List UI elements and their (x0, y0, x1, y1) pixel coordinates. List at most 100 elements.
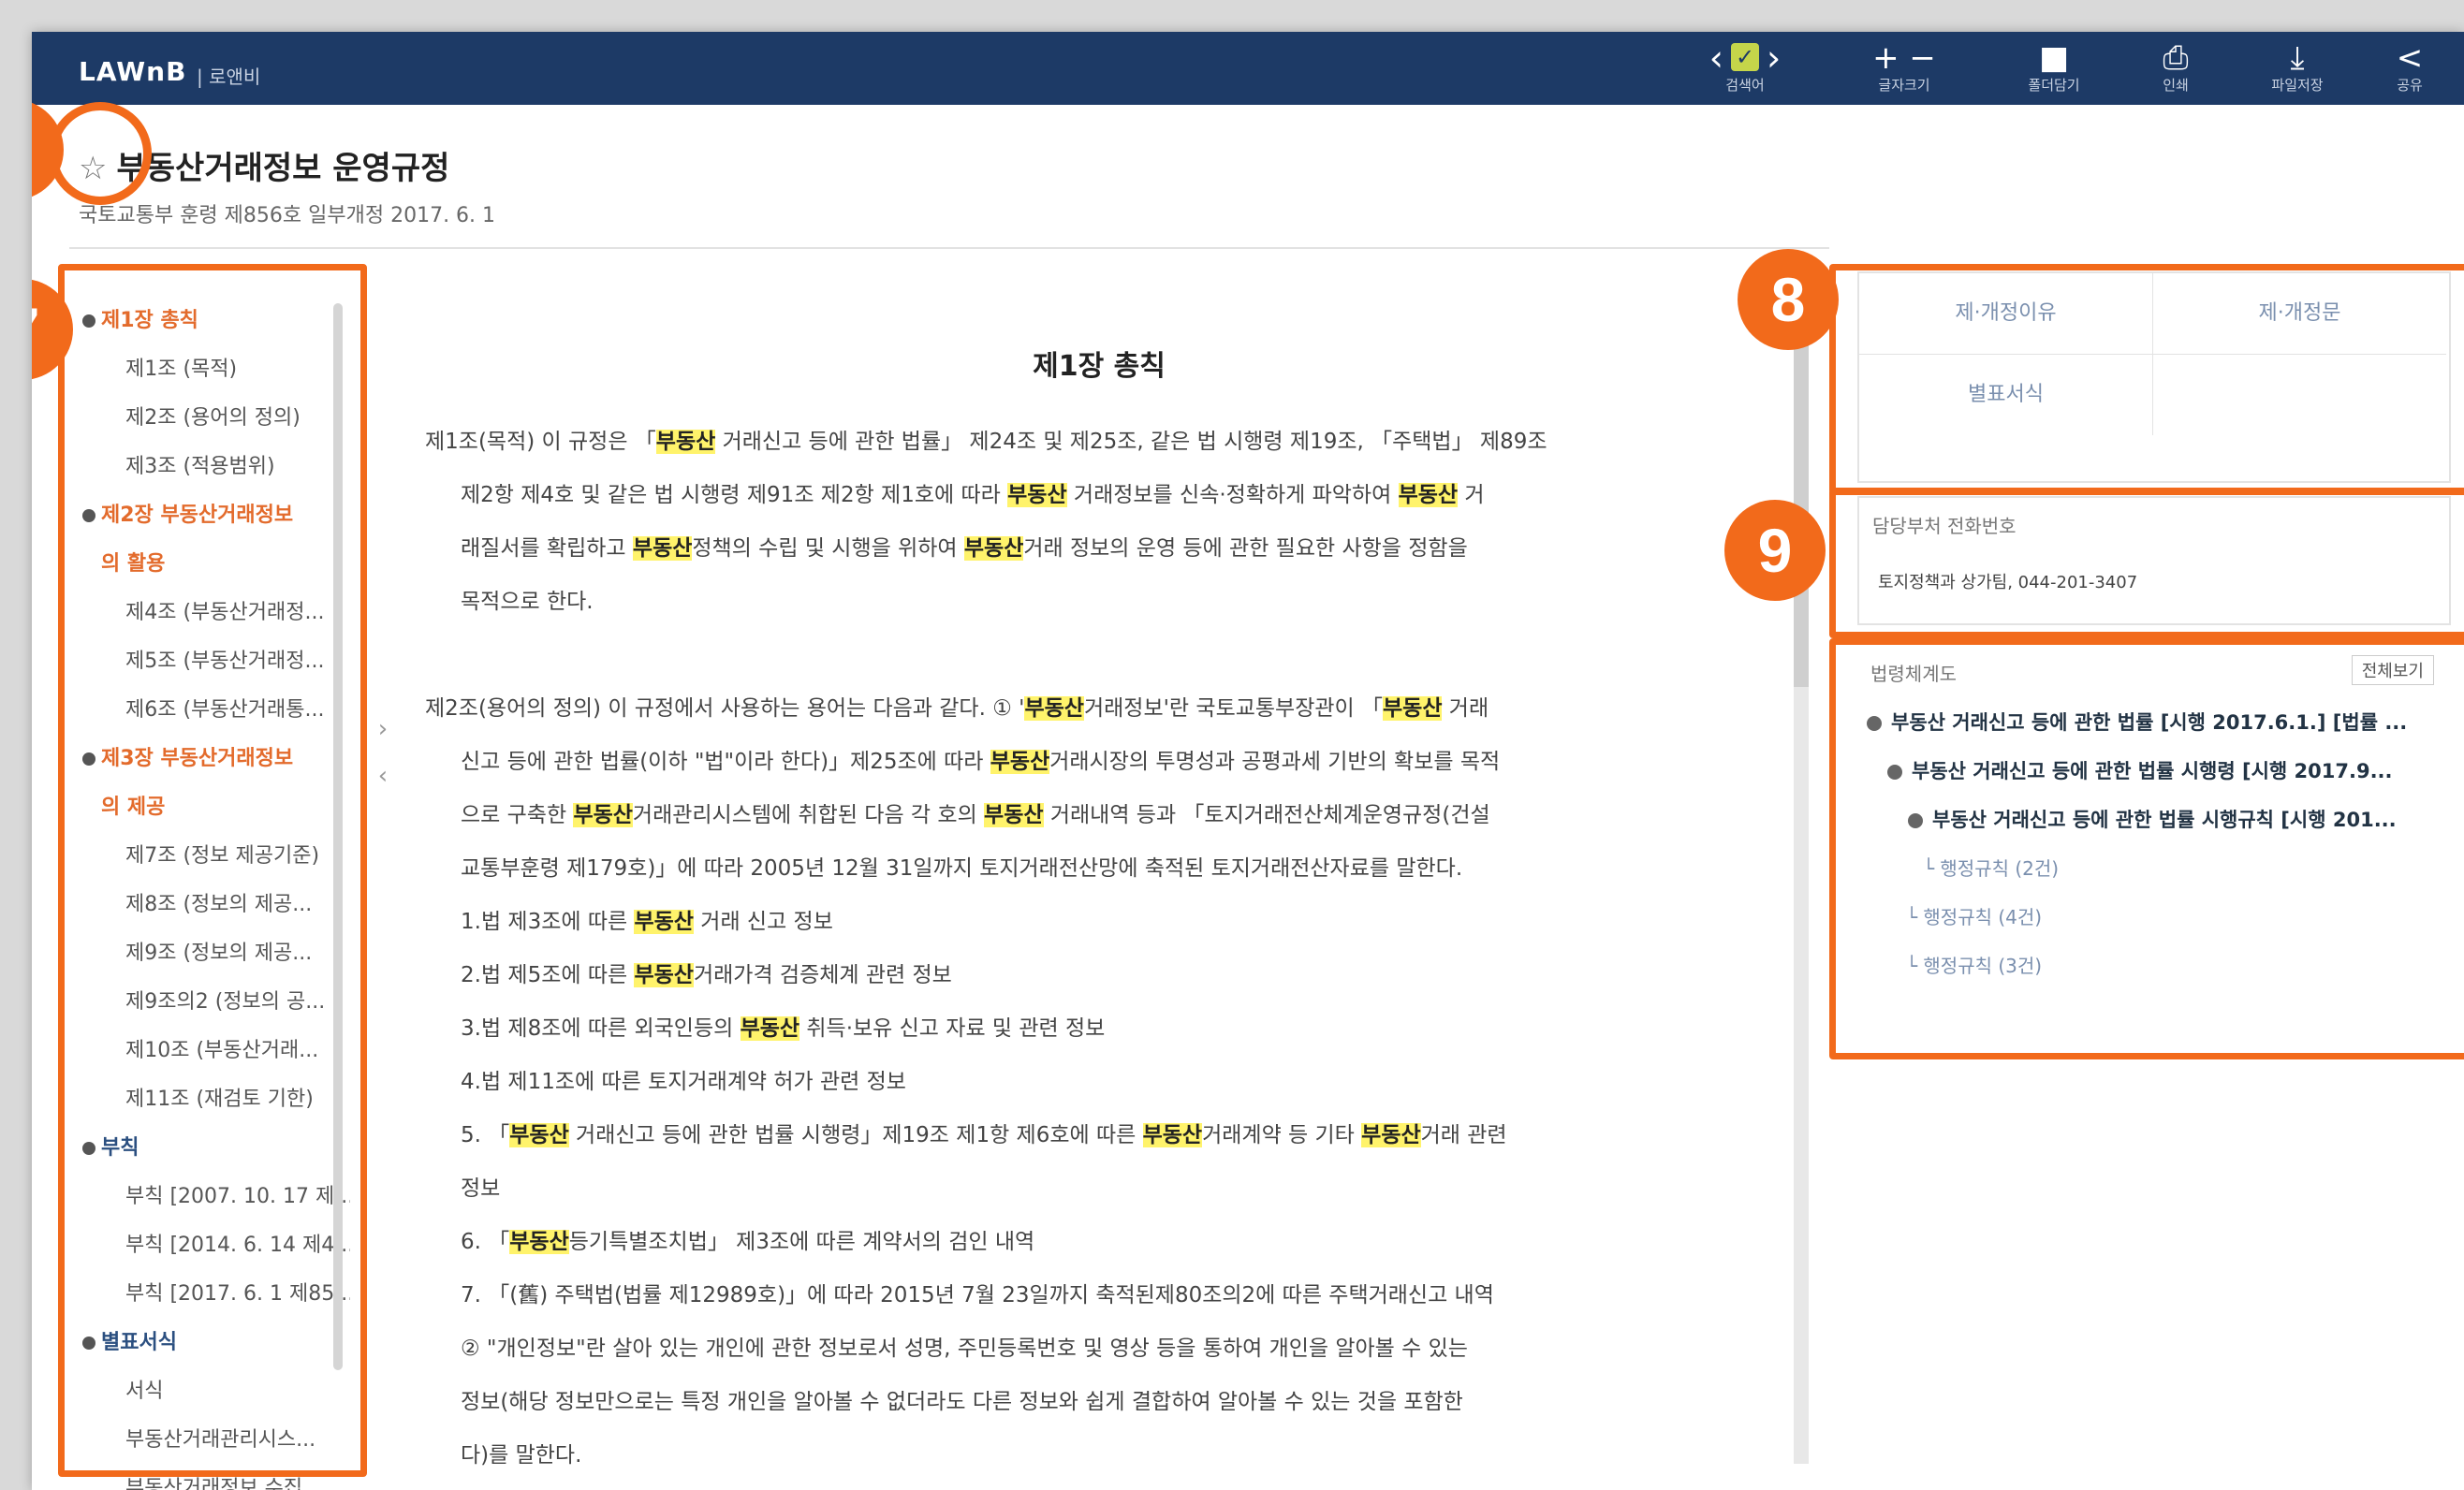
doc-text: 3.법 제8조에 따른 외국인등의 (461, 1016, 741, 1041)
toolbar-label: 검색어 (1725, 77, 1765, 94)
folder-button[interactable]: ■ 폴더담기 (2007, 39, 2101, 99)
doc-text: 4.법 제11조에 따른 토지거래계약 허가 관련 정보 (461, 1070, 906, 1094)
doc-text: 제1조(목적) 이 규정은 「 (425, 430, 656, 454)
doc-line: 으로 구축한 부동산거래관리시스템에 취합된 다음 각 호의 부동산 거래내역 … (425, 789, 1754, 842)
doc-line: 7. 「(舊) 주택법(법률 제12989호)」에 따라 2015년 7월 23… (425, 1269, 1754, 1322)
annotation-box-law (1829, 638, 2464, 1059)
doc-text: 거래신고 등에 관한 법률 시행령」제19조 제1항 제6호에 따른 (568, 1123, 1143, 1147)
doc-text: 2.법 제5조에 따른 (461, 963, 635, 987)
search-highlight: 부동산 (1024, 696, 1084, 721)
doc-text: 교통부훈령 제179호)」에 따라 2005년 12월 31일까지 토지거래전산… (461, 856, 1463, 881)
save-file-button[interactable]: ⤓ 파일저장 (2251, 39, 2344, 99)
divider (69, 247, 1829, 249)
download-icon: ⤓ (2290, 39, 2305, 77)
document-scrollbar[interactable] (1794, 303, 1809, 1464)
doc-text: 거래정보'란 국토교통부장관이 「 (1083, 696, 1383, 721)
search-highlight: 부동산 (1007, 483, 1067, 507)
search-highlight: 부동산 (634, 910, 694, 934)
doc-line: 1.법 제3조에 따른 부동산 거래 신고 정보 (425, 896, 1754, 949)
doc-line: 제2항 제4호 및 같은 법 시행령 제91조 제2항 제1호에 따라 부동산 … (425, 469, 1754, 522)
doc-line: 정보 (425, 1162, 1754, 1216)
doc-text: 정책의 수립 및 시행을 위하여 (692, 536, 964, 561)
doc-text: 7. 「(舊) 주택법(법률 제12989호)」에 따라 2015년 7월 23… (461, 1283, 1494, 1307)
doc-text: 으로 구축한 (461, 803, 574, 827)
doc-line-content: 제2항 제4호 및 같은 법 시행령 제91조 제2항 제1호에 따라 부동산 … (425, 469, 1754, 522)
collapse-handle[interactable]: › ‹ (369, 706, 397, 855)
doc-line-content: 다)를 말한다. (425, 1429, 1754, 1483)
doc-text: 신고 등에 관한 법률(이하 "법"이라 한다)」제25조에 따라 (461, 750, 990, 774)
doc-text: 거 (1458, 483, 1485, 507)
doc-text: 6. 「 (461, 1230, 510, 1254)
toolbar-label: 폴더담기 (2028, 77, 2080, 94)
toolbar-label: 공유 (2397, 77, 2423, 94)
doc-line-content: 4.법 제11조에 따른 토지거래계약 허가 관련 정보 (425, 1056, 1754, 1109)
doc-text: 제2조(용어의 정의) 이 규정에서 사용하는 용어는 다음과 같다. ① ' (425, 696, 1025, 721)
doc-line-content: 5. 「부동산 거래신고 등에 관한 법률 시행령」제19조 제1항 제6호에 … (425, 1109, 1754, 1162)
toc-label: 부동산거래정보 수집... (125, 1477, 323, 1490)
app-logo[interactable]: LAWnB (79, 56, 186, 87)
doc-line-content: ③ "부동산거래통계서비스"란 「한국감정원법」에 따른 한국감정원(이하 "한… (425, 1483, 1754, 1490)
search-highlight: 부동산 (1361, 1123, 1421, 1147)
doc-line-content: ② "개인정보"란 살아 있는 개인에 관한 정보로서 성명, 주민등록번호 및… (425, 1322, 1754, 1376)
doc-line: ② "개인정보"란 살아 있는 개인에 관한 정보로서 성명, 주민등록번호 및… (425, 1322, 1754, 1376)
doc-line: 제2조(용어의 정의) 이 규정에서 사용하는 용어는 다음과 같다. ① '부… (425, 682, 1754, 736)
doc-subtitle: 국토교통부 훈령 제856호 일부개정 2017. 6. 1 (79, 204, 496, 227)
search-highlight: 부동산 (509, 1123, 569, 1147)
doc-line-content: 정보(해당 정보만으로는 특정 개인을 알아볼 수 없더라도 다른 정보와 쉽게… (425, 1376, 1754, 1429)
search-highlight: 부동산 (1142, 1123, 1203, 1147)
doc-line-content: 2.법 제5조에 따른 부동산거래가격 검증체계 관련 정보 (425, 949, 1754, 1002)
search-highlight: 부동산 (655, 430, 716, 454)
annotation-circle-6 (49, 102, 152, 205)
print-button[interactable]: ⎙ 인쇄 (2138, 39, 2213, 99)
toolbar-label: 글자크기 (1878, 77, 1930, 94)
doc-line-content: 6. 「부동산등기특별조치법」 제3조에 따른 계약서의 검인 내역 (425, 1216, 1754, 1269)
doc-text: 거래가격 검증체계 관련 정보 (693, 963, 952, 987)
doc-line-content: 교통부훈령 제179호)」에 따라 2005년 12월 31일까지 토지거래전산… (425, 842, 1754, 896)
doc-title: 부동산거래정보 운영규정 (116, 150, 450, 187)
app-window: LAWnB | 로앤비 ‹ ✓ › 검색어 + − 글자크기 ■ 폴더담기 ⎙ 인쇄… (32, 32, 2464, 1490)
font-size-button[interactable]: + − 글자크기 (1857, 39, 1951, 99)
doc-line-content: 래질서를 확립하고 부동산정책의 수립 및 시행을 위하여 부동산거래 정보의 … (425, 522, 1754, 576)
doc-line: 목적으로 한다. (425, 576, 1754, 629)
doc-line: 신고 등에 관한 법률(이하 "법"이라 한다)」제25조에 따라 부동산거래시… (425, 736, 1754, 789)
checkbox-icon[interactable]: ✓ (1731, 43, 1759, 71)
doc-line: 제1조(목적) 이 규정은 「부동산 거래신고 등에 관한 법률」 제24조 및… (425, 416, 1754, 469)
search-term-nav[interactable]: ‹ ✓ › 검색어 (1689, 39, 1801, 99)
doc-text: 취득·보유 신고 자료 및 관련 정보 (799, 1016, 1106, 1041)
doc-text: 정보 (461, 1176, 501, 1201)
folder-icon: ■ (2038, 39, 2070, 77)
doc-text: 거래 정보의 운영 등에 관한 필요한 사항을 정함을 (1023, 536, 1468, 561)
doc-line-content: 1.법 제3조에 따른 부동산 거래 신고 정보 (425, 896, 1754, 949)
doc-text: ② "개인정보"란 살아 있는 개인에 관한 정보로서 성명, 주민등록번호 및… (461, 1337, 1468, 1361)
doc-text: 다)를 말한다. (461, 1443, 582, 1468)
doc-line: 정보(해당 정보만으로는 특정 개인을 알아볼 수 없더라도 다른 정보와 쉽게… (425, 1376, 1754, 1429)
doc-text: 5. 「 (461, 1123, 510, 1147)
doc-line: 래질서를 확립하고 부동산정책의 수립 및 시행을 위하여 부동산거래 정보의 … (425, 522, 1754, 576)
doc-line: 5. 「부동산 거래신고 등에 관한 법률 시행령」제19조 제1항 제6호에 … (425, 1109, 1754, 1162)
share-icon: < (2396, 39, 2424, 77)
app-logo-sub: | 로앤비 (197, 66, 261, 88)
search-highlight: 부동산 (634, 963, 694, 987)
doc-line-content: 3.법 제8조에 따른 외국인등의 부동산 취득·보유 신고 자료 및 관련 정… (425, 1002, 1754, 1056)
doc-text: 1.법 제3조에 따른 (461, 910, 635, 934)
doc-line-content: 정보 (425, 1162, 1754, 1216)
doc-line: 3.법 제8조에 따른 외국인등의 부동산 취득·보유 신고 자료 및 관련 정… (425, 1002, 1754, 1056)
search-highlight: 부동산 (1383, 696, 1443, 721)
doc-text: 거래 신고 정보 (693, 910, 833, 934)
search-highlight: 부동산 (990, 750, 1050, 774)
doc-line: 다)를 말한다. (425, 1429, 1754, 1483)
doc-text: 목적으로 한다. (461, 590, 594, 614)
doc-line-content: 목적으로 한다. (425, 576, 1754, 629)
annotation-badge-8: 8 (1738, 249, 1839, 350)
toolbar-label: 파일저장 (2271, 77, 2324, 94)
prev-arrow-icon[interactable]: ‹ (1709, 39, 1723, 77)
search-highlight: 부동산 (509, 1230, 569, 1254)
next-arrow-icon[interactable]: › (1767, 39, 1781, 77)
doc-line-content: 7. 「(舊) 주택법(법률 제12989호)」에 따라 2015년 7월 23… (425, 1269, 1754, 1322)
search-highlight: 부동산 (632, 536, 693, 561)
top-bar: LAWnB | 로앤비 ‹ ✓ › 검색어 + − 글자크기 ■ 폴더담기 ⎙ 인쇄… (32, 32, 2464, 105)
annotation-box-7 (58, 264, 367, 1477)
search-highlight: 부동산 (1398, 483, 1459, 507)
search-highlight: 부동산 (963, 536, 1024, 561)
share-button[interactable]: < 공유 (2372, 39, 2447, 99)
